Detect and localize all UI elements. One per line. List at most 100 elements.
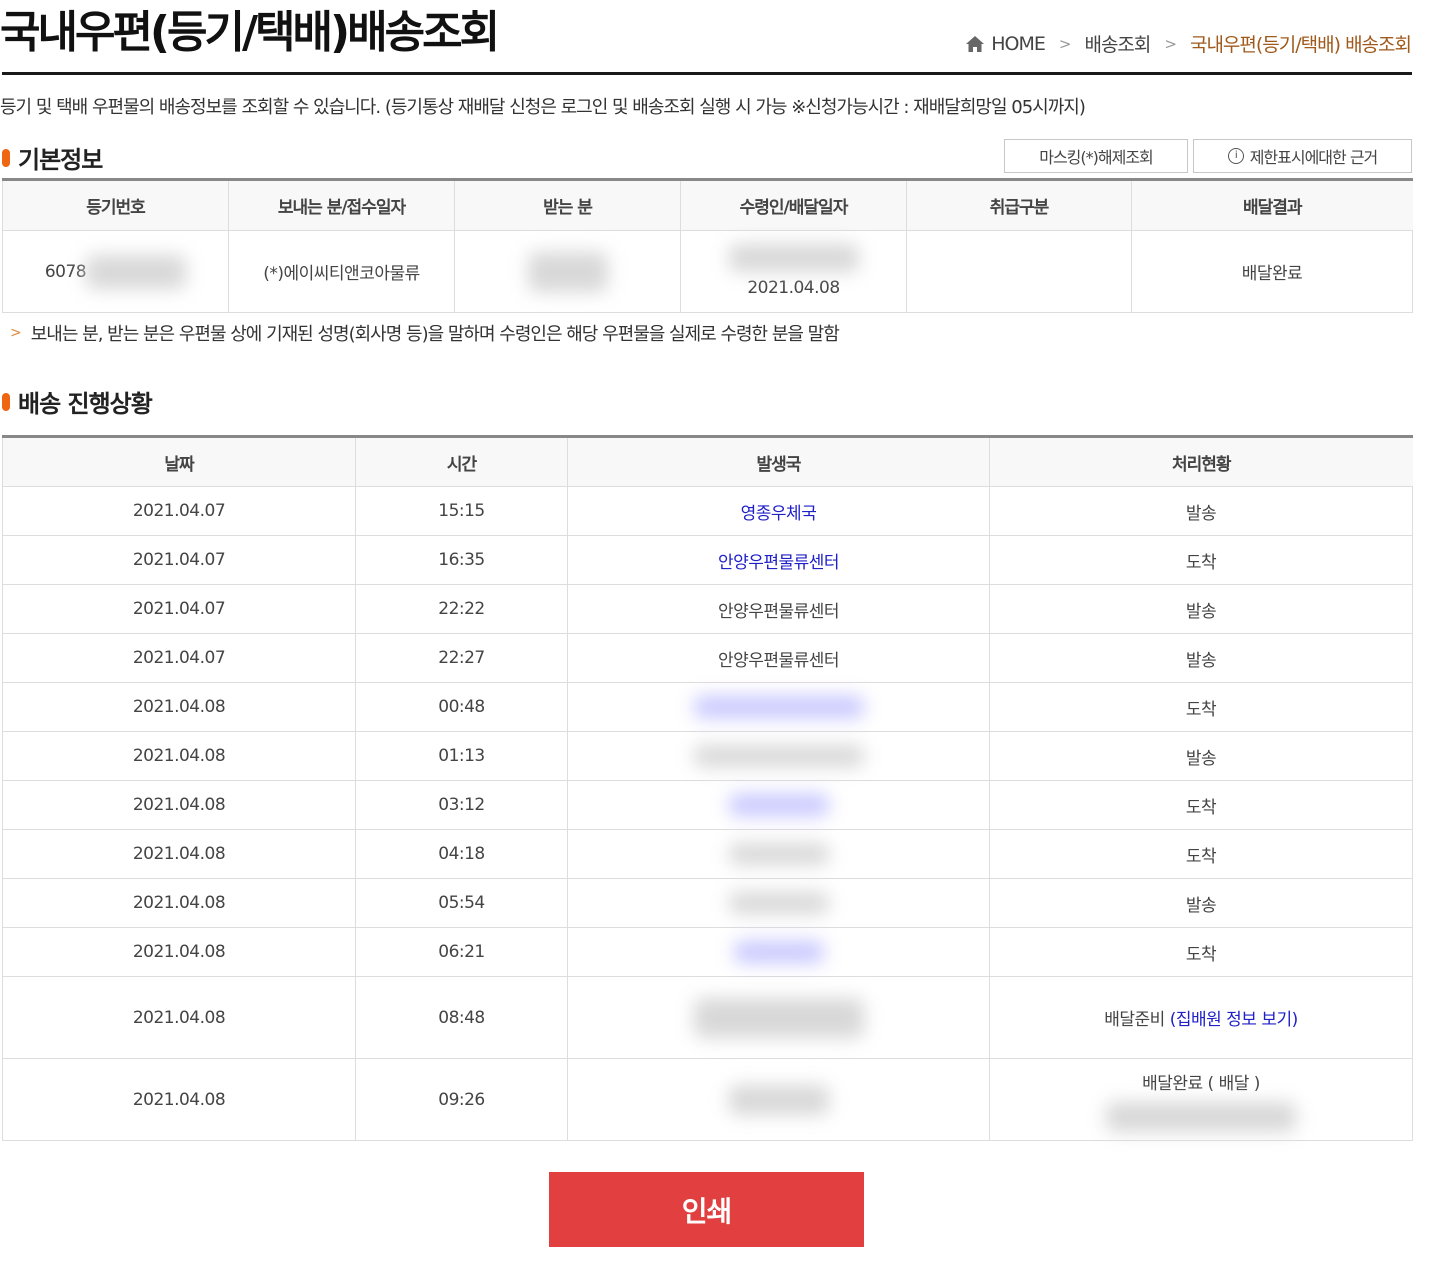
basic-info-title: 기본정보	[2, 140, 103, 175]
status-cell: 배달완료 ( 배달 )	[989, 1058, 1413, 1141]
masked-value	[728, 1084, 829, 1115]
status-text: 배달준비	[1104, 1010, 1165, 1030]
unmask-button-label: 마스킹(*)해제조회	[1039, 148, 1154, 167]
status-cell: 발송	[989, 878, 1413, 928]
progress-title: 배송 진행상황	[2, 384, 153, 419]
masked-value	[86, 254, 187, 289]
col-receiver: 받는 분	[454, 179, 681, 231]
date-cell: 2021.04.08	[2, 927, 356, 977]
table-row: 2021.04.08 03:12 도착	[2, 780, 1413, 830]
time-cell: 03:12	[355, 780, 568, 830]
print-button[interactable]: 인쇄	[549, 1172, 864, 1247]
date-cell: 2021.04.08	[2, 731, 356, 781]
basic-info-title-text: 기본정보	[18, 146, 103, 174]
intro-text: 등기 및 택배 우편물의 배송정보를 조회할 수 있습니다. (등기통상 재배달…	[0, 97, 1086, 118]
office-link[interactable]: 영종우체국	[741, 504, 817, 524]
table-row: 2021.04.08 05:54 발송	[2, 878, 1413, 928]
status-cell: 발송	[989, 633, 1413, 683]
date-cell: 2021.04.08	[2, 1058, 356, 1141]
col-handling: 취급구분	[906, 179, 1132, 231]
office-cell: 안양우편물류센터	[567, 633, 990, 683]
unmask-search-button[interactable]: 마스킹(*)해제조회	[1004, 139, 1188, 173]
info-note: > 보내는 분, 받는 분은 우편물 상에 기재된 성명(회사명 등)을 말하며…	[10, 320, 840, 346]
progress-table: 날짜 시간 발생국 처리현황 2021.04.07 15:15 영종우체국 발송…	[2, 435, 1413, 1141]
section-bullet-icon	[2, 148, 10, 167]
breadcrumb-home[interactable]: HOME	[991, 33, 1046, 55]
table-row: 2021.04.07 22:27 안양우편물류센터 발송	[2, 633, 1413, 683]
time-cell: 09:26	[355, 1058, 568, 1141]
masked-value	[728, 892, 829, 914]
status-cell: 도착	[989, 927, 1413, 977]
masked-value	[1106, 1102, 1296, 1132]
status-text: 배달완료 ( 배달 )	[1142, 1074, 1260, 1094]
col-office: 발생국	[567, 436, 990, 487]
basic-info-table: 등기번호 보내는 분/접수일자 받는 분 수령인/배달일자 취급구분 배달결과 …	[2, 178, 1413, 313]
receiver-cell	[454, 230, 681, 313]
col-result: 배달결과	[1131, 179, 1413, 231]
carrier-info-link[interactable]: (집배원 정보 보기)	[1170, 1010, 1299, 1030]
time-cell: 00:48	[355, 682, 568, 732]
time-cell: 16:35	[355, 535, 568, 585]
office-link[interactable]: 안양우편물류센터	[718, 553, 840, 573]
table-row: 2021.04.08 00:48 도착	[2, 682, 1413, 732]
date-cell: 2021.04.08	[2, 780, 356, 830]
masked-value	[728, 244, 859, 272]
info-icon: i	[1227, 148, 1244, 164]
status-cell: 배달준비 (집배원 정보 보기)	[989, 976, 1413, 1059]
table-row: 2021.04.08 04:18 도착	[2, 829, 1413, 879]
sender-cell: (*)에이씨티앤코아물류	[228, 230, 455, 313]
office-cell	[567, 878, 990, 928]
breadcrumb-current[interactable]: 국내우편(등기/택배) 배송조회	[1190, 30, 1412, 57]
office-cell	[567, 829, 990, 879]
col-delivery-date: 수령인/배달일자	[680, 179, 907, 231]
masked-value	[728, 794, 829, 816]
office-cell: 영종우체국	[567, 486, 990, 536]
section-bullet-icon	[2, 392, 10, 411]
office-cell: 안양우편물류센터	[567, 535, 990, 585]
col-date: 날짜	[2, 436, 356, 487]
home-icon	[966, 35, 985, 52]
col-status: 처리현황	[989, 436, 1413, 487]
masked-value	[728, 843, 829, 865]
table-row: 2021.04.07 22:22 안양우편물류센터 발송	[2, 584, 1413, 634]
col-time: 시간	[355, 436, 568, 487]
result-cell: 배달완료	[1131, 230, 1413, 313]
table-row: 2021.04.07 16:35 안양우편물류센터 도착	[2, 535, 1413, 585]
breadcrumb-tracking[interactable]: 배송조회	[1084, 30, 1151, 57]
status-cell: 도착	[989, 682, 1413, 732]
date-cell: 2021.04.08	[2, 878, 356, 928]
office-cell	[567, 976, 990, 1059]
office-cell	[567, 1058, 990, 1141]
status-cell: 발송	[989, 584, 1413, 634]
title-divider	[2, 72, 1412, 75]
page-title: 국내우편(등기/택배)배송조회	[0, 7, 500, 58]
progress-title-text: 배송 진행상황	[18, 390, 153, 418]
time-cell: 22:22	[355, 584, 568, 634]
delivery-date-cell: 2021.04.08	[680, 230, 907, 313]
time-cell: 01:13	[355, 731, 568, 781]
handling-cell	[906, 230, 1132, 313]
table-row: 6078 (*)에이씨티앤코아물류 2021.04.08 배달완료	[2, 230, 1413, 313]
time-cell: 22:27	[355, 633, 568, 683]
office-cell	[567, 731, 990, 781]
col-sender: 보내는 분/접수일자	[228, 179, 455, 231]
status-cell: 도착	[989, 829, 1413, 879]
status-cell: 도착	[989, 780, 1413, 830]
date-cell: 2021.04.08	[2, 829, 356, 879]
breadcrumb: HOME > 배송조회 > 국내우편(등기/택배) 배송조회	[965, 30, 1412, 57]
masked-value	[693, 745, 864, 767]
time-cell: 05:54	[355, 878, 568, 928]
chevron-right-icon: >	[1058, 34, 1072, 53]
chevron-right-icon: >	[1164, 34, 1177, 53]
status-cell: 발송	[989, 486, 1413, 536]
date-cell: 2021.04.07	[2, 486, 356, 536]
table-row: 2021.04.08 01:13 발송	[2, 731, 1413, 781]
restriction-basis-button[interactable]: i 제한표시에대한 근거	[1193, 139, 1412, 173]
delivery-date: 2021.04.08	[747, 278, 840, 298]
date-cell: 2021.04.08	[2, 682, 356, 732]
col-tracking-no: 등기번호	[2, 179, 229, 231]
tracking-no-cell: 6078	[2, 230, 229, 313]
chevron-right-icon: >	[10, 325, 22, 341]
masked-value	[733, 941, 824, 963]
restriction-button-label: 제한표시에대한 근거	[1249, 148, 1379, 167]
